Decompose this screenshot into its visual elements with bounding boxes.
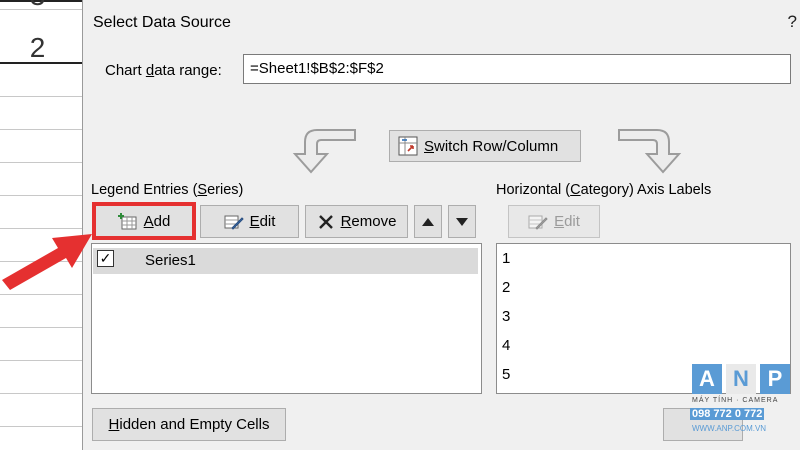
- row-number: 2: [29, 32, 46, 63]
- edit-label: Edit: [249, 213, 276, 230]
- list-item: 5: [502, 366, 511, 383]
- list-item: 2: [502, 279, 511, 296]
- watermark-url: WWW.ANP.COM.VN: [692, 424, 767, 433]
- watermark-letter: A: [692, 364, 722, 394]
- move-down-button[interactable]: [448, 205, 476, 238]
- triangle-down-icon: [456, 217, 468, 226]
- add-table-icon: [117, 212, 137, 229]
- remove-series-button[interactable]: Remove: [305, 205, 408, 238]
- list-item: 4: [502, 337, 511, 354]
- row-number-partial: 3: [0, 0, 75, 12]
- red-pointer-arrow-icon: [2, 234, 92, 290]
- row-divider: [0, 62, 82, 64]
- hidden-empty-cells-button[interactable]: Hidden and Empty Cells: [92, 408, 286, 441]
- axis-edit-label: Edit: [554, 213, 580, 230]
- add-label: Add: [143, 213, 171, 230]
- hidden-empty-cells-label: Hidden and Empty Cells: [108, 416, 270, 433]
- edit-pencil-icon: [528, 215, 548, 230]
- axis-labels-label: Horizontal (Category) Axis Labels: [496, 182, 712, 198]
- legend-series-list[interactable]: ✓ Series1: [91, 243, 482, 394]
- remove-label: Remove: [340, 213, 397, 230]
- move-up-button[interactable]: [414, 205, 442, 238]
- watermark-letter: P: [760, 364, 790, 394]
- curved-arrow-left-icon: [292, 129, 356, 174]
- watermark-phone: 098 772 0 772: [690, 408, 765, 420]
- list-item: 3: [502, 308, 511, 325]
- list-item[interactable]: ✓ Series1: [93, 248, 478, 274]
- triangle-up-icon: [422, 217, 434, 226]
- edit-axis-labels-button[interactable]: Edit: [508, 205, 600, 238]
- switch-row-column-icon: [398, 136, 418, 156]
- watermark-subtitle: MÁY TÍNH · CAMERA: [692, 397, 779, 404]
- anp-watermark: A N P MÁY TÍNH · CAMERA 098 772 0 772 WW…: [686, 364, 800, 450]
- legend-entries-label: Legend Entries (Series): [91, 182, 244, 198]
- chart-data-range-label: Chart data range:: [105, 62, 222, 79]
- edit-pencil-icon: [224, 215, 244, 230]
- edit-series-button[interactable]: Edit: [200, 205, 299, 238]
- help-icon[interactable]: ?: [788, 12, 797, 32]
- remove-x-icon: [318, 214, 333, 229]
- series-name: Series1: [145, 252, 196, 269]
- curved-arrow-right-icon: [618, 129, 682, 174]
- switch-row-column-button[interactable]: Switch Row/Column: [389, 130, 581, 162]
- switch-row-column-label: Switch Row/Column: [424, 137, 559, 155]
- add-series-button[interactable]: Add: [95, 205, 193, 238]
- list-item: 1: [502, 250, 511, 267]
- watermark-letter: N: [726, 364, 756, 394]
- dialog-title: Select Data Source: [93, 14, 231, 31]
- chart-data-range-input[interactable]: =Sheet1!$B$2:$F$2: [243, 54, 791, 84]
